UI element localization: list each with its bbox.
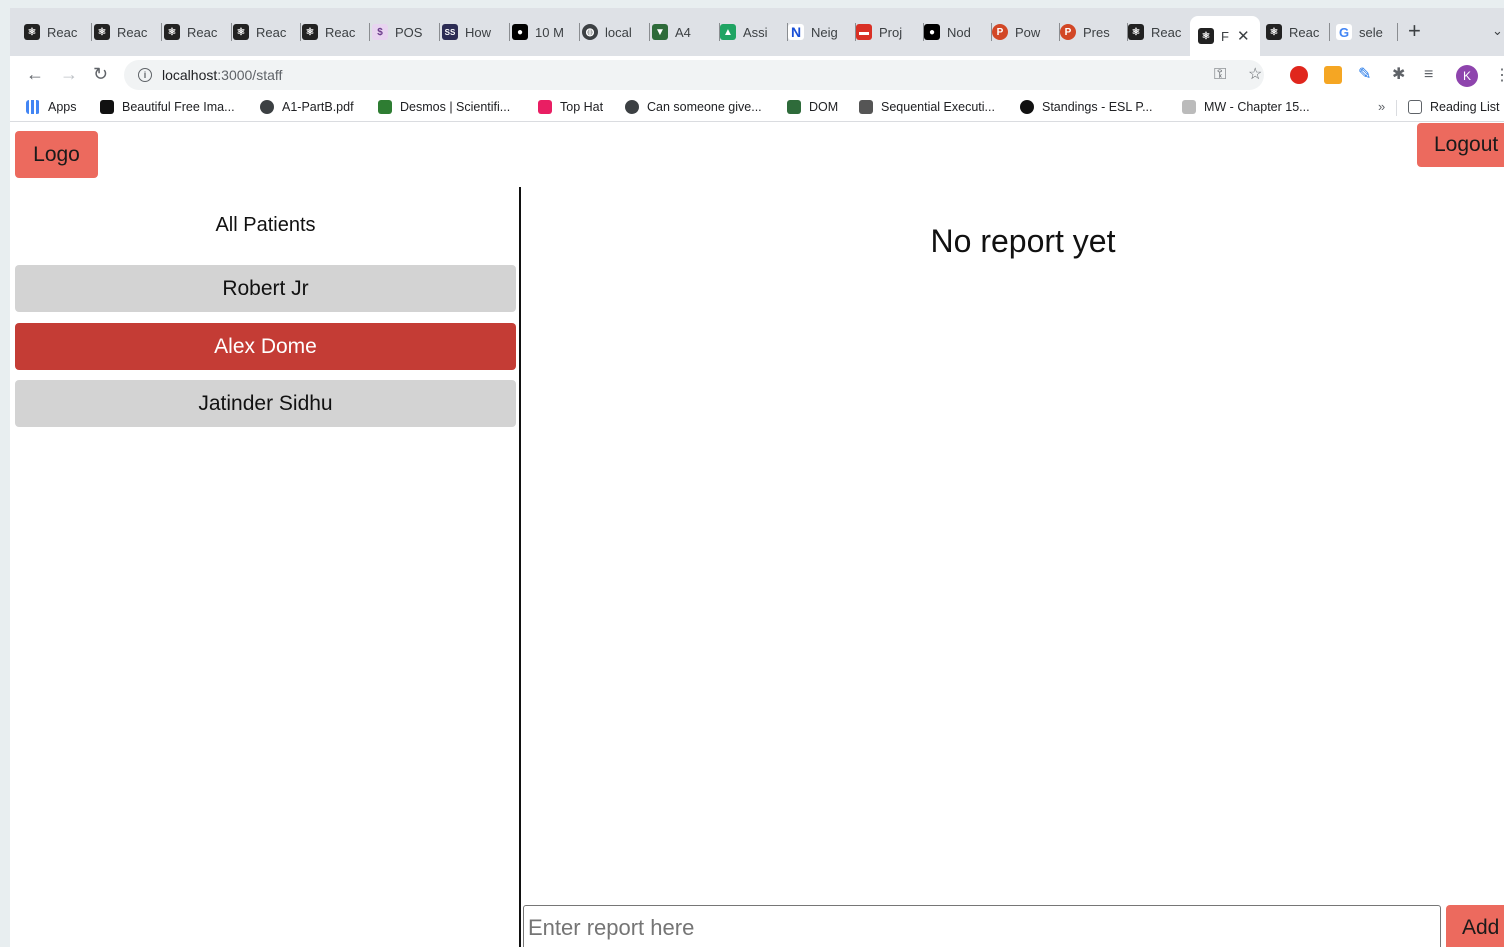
browser-tab[interactable]: ⚛ Reac xyxy=(164,22,232,42)
browser-tab[interactable]: ⚛ Reac xyxy=(24,22,92,42)
browser-tab[interactable]: ⚛ Reac xyxy=(233,22,301,42)
patients-sidebar: All Patients Robert Jr Alex Dome Jatinde… xyxy=(10,187,521,947)
browser-tab[interactable]: ⚛ Reac xyxy=(1128,22,1194,42)
browser-tab[interactable]: ⚛ Reac xyxy=(1266,22,1330,42)
notion-n-icon: N xyxy=(788,24,804,40)
logout-button[interactable]: Logout xyxy=(1417,123,1504,167)
bookmark-item[interactable]: Can someone give... xyxy=(625,100,762,114)
browser-toolbar: ← → ↻ i localhost:3000/staff ⚿ ☆ ✎ ✱ ≡ K… xyxy=(10,56,1504,94)
shield-icon xyxy=(787,100,801,114)
add-report-button[interactable]: Add xyxy=(1446,905,1504,947)
medium-icon: ● xyxy=(512,24,528,40)
reload-icon[interactable]: ↻ xyxy=(93,64,108,84)
browser-window: ⚛ Reac ⚛ Reac ⚛ Reac ⚛ Reac ⚛ Reac $ POS SS How… xyxy=(10,8,1504,947)
browser-tab[interactable]: ▬ Proj xyxy=(856,22,924,42)
tab-strip: ⚛ Reac ⚛ Reac ⚛ Reac ⚛ Reac ⚛ Reac $ POS SS How… xyxy=(10,8,1504,56)
shield-icon: ▼ xyxy=(652,24,668,40)
powerpoint-icon: P xyxy=(992,24,1008,40)
reading-list-icon xyxy=(1408,100,1422,114)
profile-avatar[interactable]: K xyxy=(1456,65,1478,87)
star-bookmark-icon[interactable]: ☆ xyxy=(1248,66,1262,84)
react-icon: ⚛ xyxy=(1128,24,1144,40)
opera-extension-icon[interactable] xyxy=(1290,66,1308,84)
bookmark-item[interactable]: A1-PartB.pdf xyxy=(260,100,354,114)
react-icon: ⚛ xyxy=(1198,28,1214,44)
patient-item-robert-jr[interactable]: Robert Jr xyxy=(15,265,516,312)
logo-button[interactable]: Logo xyxy=(15,131,98,178)
media-controls-icon[interactable]: ≡ xyxy=(1424,66,1433,84)
next-icon xyxy=(859,100,873,114)
new-tab-plus-icon[interactable]: + xyxy=(1408,20,1421,42)
bookmark-item[interactable]: MW - Chapter 15... xyxy=(1182,100,1310,114)
powerpoint-icon: P xyxy=(1060,24,1076,40)
bookmark-item[interactable]: Beautiful Free Ima... xyxy=(100,100,235,114)
ss-icon: SS xyxy=(442,24,458,40)
postgres-icon: $ xyxy=(372,24,388,40)
bookmark-item[interactable]: Top Hat xyxy=(538,100,603,114)
bookmark-item[interactable]: Desmos | Scientifi... xyxy=(378,100,510,114)
globe-icon: ◍ xyxy=(582,24,598,40)
report-panel: No report yet Add xyxy=(523,187,1504,947)
tab-search-chevron-icon[interactable]: ⌄ xyxy=(1492,23,1503,39)
back-arrow-icon[interactable]: ← xyxy=(26,64,44,84)
browser-tab[interactable]: ● 10 M xyxy=(512,22,580,42)
reading-list[interactable]: Reading List xyxy=(1408,100,1500,114)
browser-tab[interactable]: ▲ Assi xyxy=(720,22,788,42)
more-menu-icon[interactable]: ⋮ xyxy=(1494,65,1504,85)
react-icon: ⚛ xyxy=(24,24,40,40)
medium-icon: ● xyxy=(924,24,940,40)
react-icon: ⚛ xyxy=(302,24,318,40)
bookmarks-bar: Apps Beautiful Free Ima... A1-PartB.pdf … xyxy=(10,94,1504,122)
report-input[interactable] xyxy=(523,905,1441,947)
url-host: localhost xyxy=(162,67,218,83)
browser-tab[interactable]: ● Nod xyxy=(924,22,992,42)
bookmark-item[interactable]: Apps xyxy=(26,100,77,114)
google-icon: G xyxy=(1336,24,1352,40)
url-path: :3000/staff xyxy=(217,67,283,83)
sidebar-title: All Patients xyxy=(215,214,316,236)
unsplash-icon xyxy=(100,100,114,114)
browser-tab[interactable]: N Neig xyxy=(788,22,856,42)
printer-icon: ▬ xyxy=(856,24,872,40)
more-bookmarks-icon[interactable]: » xyxy=(1378,99,1385,114)
browser-tab[interactable]: ⚛ Reac xyxy=(302,22,370,42)
google-drive-icon: ▲ xyxy=(720,24,736,40)
forward-arrow-icon[interactable]: → xyxy=(60,64,78,84)
bookmark-item[interactable]: Standings - ESL P... xyxy=(1020,100,1153,114)
key-icon[interactable]: ⚿ xyxy=(1214,66,1226,84)
close-tab-icon[interactable]: ✕ xyxy=(1237,27,1250,45)
bookmark-item[interactable]: Sequential Executi... xyxy=(859,100,995,114)
globe-icon xyxy=(260,100,274,114)
browser-tab[interactable]: P Pow xyxy=(992,22,1060,42)
esl-icon xyxy=(1020,100,1034,114)
browser-tab[interactable]: $ POS xyxy=(372,22,440,42)
honey-extension-icon[interactable] xyxy=(1324,66,1342,84)
browser-tab[interactable]: ◍ local xyxy=(582,22,650,42)
apps-grid-icon xyxy=(26,100,40,114)
patient-item-jatinder-sidhu[interactable]: Jatinder Sidhu xyxy=(15,380,516,427)
browser-tab-active[interactable]: ⚛ F ✕ xyxy=(1190,16,1260,56)
react-icon: ⚛ xyxy=(233,24,249,40)
react-icon: ⚛ xyxy=(1266,24,1282,40)
globe-icon xyxy=(625,100,639,114)
tophat-icon xyxy=(538,100,552,114)
mw-icon xyxy=(1182,100,1196,114)
desmos-icon xyxy=(378,100,392,114)
empty-report-message: No report yet xyxy=(930,223,1116,259)
site-info-icon[interactable]: i xyxy=(138,68,152,82)
browser-tab[interactable]: Gsele xyxy=(1336,22,1398,42)
app-page: Logo Logout All Patients Robert Jr Alex … xyxy=(10,123,1504,947)
react-icon: ⚛ xyxy=(164,24,180,40)
browser-tab[interactable]: ▼ A4 xyxy=(652,22,720,42)
address-bar[interactable]: i localhost:3000/staff xyxy=(124,60,1264,90)
browser-tab[interactable]: ⚛ Reac xyxy=(94,22,162,42)
patient-item-alex-dome[interactable]: Alex Dome xyxy=(15,323,516,370)
react-icon: ⚛ xyxy=(94,24,110,40)
browser-tab[interactable]: P Pres xyxy=(1060,22,1128,42)
bookmark-item[interactable]: DOM xyxy=(787,100,838,114)
browser-tab[interactable]: SS How xyxy=(442,22,510,42)
puzzle-extensions-icon[interactable]: ✱ xyxy=(1392,66,1405,84)
pen-extension-icon[interactable]: ✎ xyxy=(1358,66,1371,84)
